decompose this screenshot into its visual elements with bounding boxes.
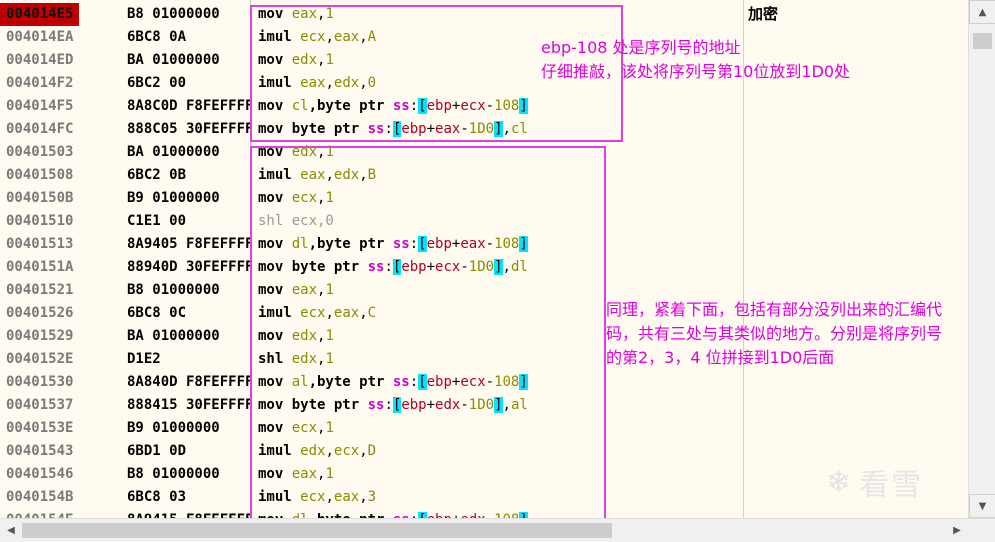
row-bytes: 888C05 30FEFFFF bbox=[127, 121, 251, 137]
annotation-serial-address: ebp-108 处是序列号的地址 仔细推敲，该处将序列号第10位放到1D0处 bbox=[541, 36, 850, 84]
row-address: 004014E5 bbox=[0, 3, 80, 26]
scroll-up-arrow-icon[interactable]: ▲ bbox=[969, 0, 995, 24]
scroll-right-arrow-icon[interactable]: ▶ bbox=[946, 519, 968, 542]
row-address: 004014ED bbox=[6, 52, 74, 68]
annotation-line: ebp-108 处是序列号的地址 bbox=[541, 38, 741, 57]
row-bytes: 8A840D F8FEFFFF bbox=[127, 374, 251, 390]
snowflake-icon: ❄ bbox=[826, 464, 854, 500]
row-bytes: 8A9405 F8FEFFFF bbox=[127, 236, 251, 252]
row-bytes: BA 01000000 bbox=[127, 328, 220, 344]
watermark-text: 看雪 bbox=[859, 468, 924, 503]
row-address: 00401526 bbox=[6, 305, 74, 321]
horizontal-scrollbar[interactable]: ◀ ▶ bbox=[0, 518, 995, 542]
row-address: 00401546 bbox=[6, 466, 74, 482]
annotation-line: 仔细推敲，该处将序列号第10位放到1D0处 bbox=[541, 62, 851, 81]
highlight-box-second-block bbox=[250, 146, 606, 532]
row-bytes: 888415 30FEFFFF bbox=[127, 397, 251, 413]
row-bytes: BA 01000000 bbox=[127, 52, 220, 68]
row-bytes: 6BC2 00 bbox=[127, 75, 187, 91]
row-bytes: B9 01000000 bbox=[127, 420, 220, 436]
row-address: 00401503 bbox=[6, 144, 74, 160]
row-bytes: C1E1 00 bbox=[127, 213, 187, 229]
row-bytes: D1E2 bbox=[127, 351, 161, 367]
row-address: 004014F2 bbox=[6, 75, 74, 91]
vertical-scroll-thumb[interactable] bbox=[973, 33, 992, 49]
row-address: 00401510 bbox=[6, 213, 74, 229]
row-address: 004014F5 bbox=[6, 98, 74, 114]
row-bytes: 6BC8 0A bbox=[127, 29, 187, 45]
row-bytes: 88940D 30FEFFFF bbox=[127, 259, 251, 275]
row-bytes: 6BC2 0B bbox=[127, 167, 187, 183]
row-address: 00401513 bbox=[6, 236, 74, 252]
row-address: 00401508 bbox=[6, 167, 74, 183]
row-bytes: B8 01000000 bbox=[127, 466, 220, 482]
row-address: 00401521 bbox=[6, 282, 74, 298]
row-bytes: B8 01000000 bbox=[127, 6, 220, 22]
row-address: 00401537 bbox=[6, 397, 74, 413]
row-address: 00401529 bbox=[6, 328, 74, 344]
row-bytes: B9 01000000 bbox=[127, 190, 220, 206]
row-address: 004014FC bbox=[6, 121, 74, 137]
row-address: 0040151A bbox=[6, 259, 74, 275]
vertical-scrollbar[interactable]: ▲ ▼ bbox=[968, 0, 995, 518]
scroll-down-arrow-icon[interactable]: ▼ bbox=[969, 494, 995, 518]
row-bytes: 6BC8 03 bbox=[127, 489, 187, 505]
annotation-line: 码，共有三处与其类似的地方。分别是将序列号 bbox=[606, 324, 943, 343]
watermark: ❄ 看雪 bbox=[826, 460, 923, 504]
row-address: 00401530 bbox=[6, 374, 74, 390]
row-address: 0040152E bbox=[6, 351, 74, 367]
row-bytes: B8 01000000 bbox=[127, 282, 220, 298]
row-address: 0040154B bbox=[6, 489, 74, 505]
row-bytes: 8A8C0D F8FEFFFF bbox=[127, 98, 251, 114]
annotation-line: 同理，紧着下面，包括有部分没列出来的汇编代 bbox=[606, 300, 943, 319]
row-address: 0040150B bbox=[6, 190, 74, 206]
row-bytes: 6BD1 0D bbox=[127, 443, 187, 459]
horizontal-scroll-thumb[interactable] bbox=[22, 523, 612, 538]
row-bytes: BA 01000000 bbox=[127, 144, 220, 160]
row-address: 004014EA bbox=[6, 29, 74, 45]
row-address: 0040153E bbox=[6, 420, 74, 436]
row-bytes: 6BC8 0C bbox=[127, 305, 187, 321]
disassembly-view[interactable]: 加密 004014E5 B8 01000000 mov eax,1 004014EA 6… bbox=[0, 0, 995, 541]
annotation-similar-code: 同理，紧着下面，包括有部分没列出来的汇编代 码，共有三处与其类似的地方。分别是将… bbox=[606, 298, 988, 370]
row-address: 00401543 bbox=[6, 443, 74, 459]
annotation-line: 的第2，3，4 位拼接到1D0后面 bbox=[606, 348, 835, 367]
scroll-left-arrow-icon[interactable]: ◀ bbox=[0, 519, 22, 542]
